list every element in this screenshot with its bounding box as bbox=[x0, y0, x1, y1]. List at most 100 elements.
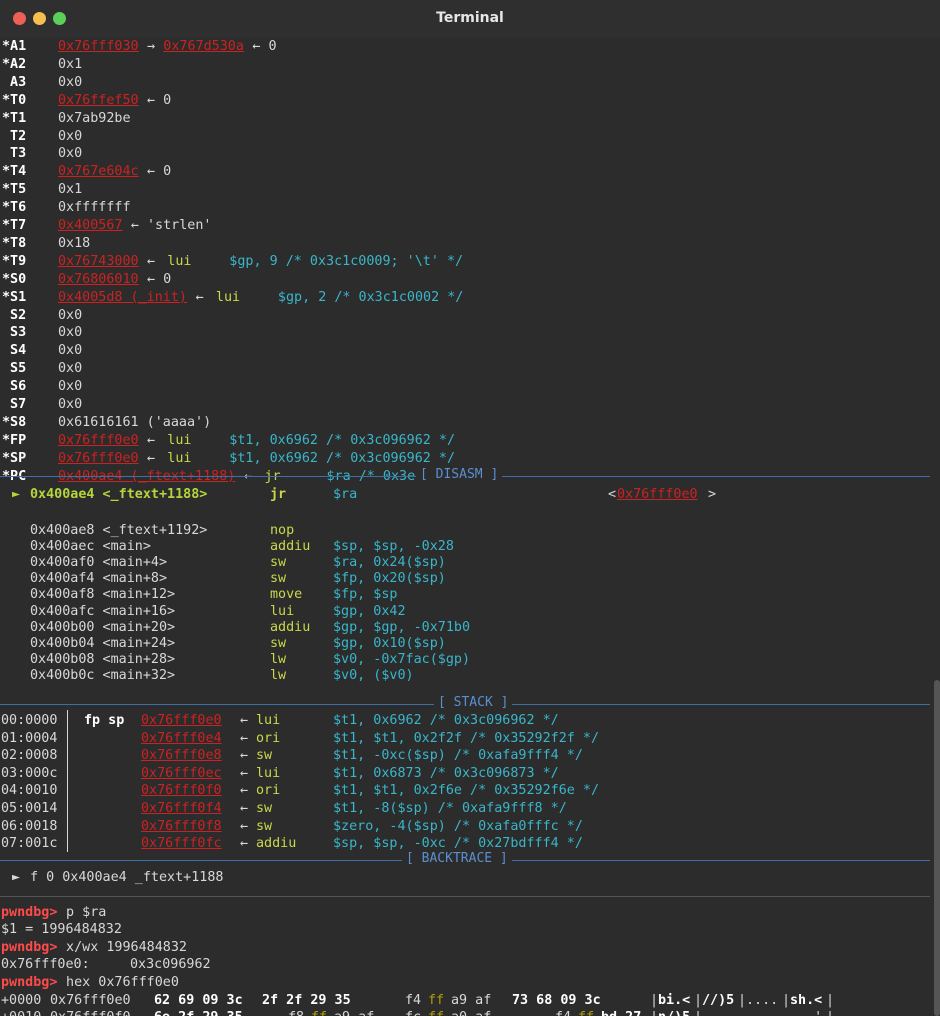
hex-address: 0x76fff0e0 bbox=[50, 993, 131, 1008]
register-deref: ← 0 bbox=[139, 92, 172, 108]
register-deref: ← bbox=[139, 432, 164, 448]
stack-offset: 01:0004 bbox=[1, 730, 58, 746]
instruction-mnemonic: lui bbox=[167, 253, 192, 269]
terminal-window: Terminal *A1 0x76fff030 → 0x767d530a ← 0 *… bbox=[0, 0, 940, 1016]
register-name: S4 bbox=[2, 343, 27, 359]
register-name: *S1 bbox=[2, 289, 27, 305]
register-value: 0x76fff0e0 bbox=[58, 450, 139, 466]
instruction-address: 0x400b0c <main+32> bbox=[30, 667, 176, 683]
register-value: 0x61616161 ('aaaa') bbox=[58, 414, 212, 430]
register-name: *S0 bbox=[2, 271, 27, 287]
instruction-mnemonic: ori bbox=[256, 730, 281, 746]
instruction-mnemonic: lui bbox=[256, 713, 281, 728]
instruction-mnemonic: ori bbox=[256, 783, 281, 799]
register-value: 0x400567 bbox=[58, 218, 123, 233]
register-deref: ← 'strlen' bbox=[122, 218, 212, 233]
console-divider bbox=[0, 896, 930, 897]
hex-offset: +0010 bbox=[1, 1009, 41, 1016]
register-name: *T9 bbox=[2, 253, 27, 269]
hex-bytes: ff bbox=[428, 1009, 444, 1016]
text: | bbox=[826, 993, 835, 1008]
register-name: *S8 bbox=[2, 414, 27, 430]
hex-ascii: sh.< bbox=[790, 993, 823, 1008]
stack-offset: 03:000c bbox=[1, 765, 58, 781]
register-name: *T1 bbox=[2, 110, 27, 126]
register-deref: ← 0 bbox=[139, 271, 172, 287]
scrollbar[interactable] bbox=[934, 680, 940, 1016]
register-name: S5 bbox=[2, 361, 27, 377]
register-value: 0x76ffef50 bbox=[58, 92, 139, 108]
hex-ascii: //)5 bbox=[702, 993, 735, 1008]
window-title: Terminal bbox=[436, 10, 504, 26]
text: | bbox=[694, 1009, 702, 1016]
instruction-operands: $t1, 0x6873 /* 0x3c096873 */ bbox=[333, 765, 559, 781]
register-deref: ← bbox=[187, 289, 212, 305]
stack-pointer-tag: fp sp bbox=[84, 713, 125, 728]
pointer-arrow: ← bbox=[240, 783, 249, 799]
text: | bbox=[826, 1009, 834, 1016]
register-name: *A1 bbox=[2, 39, 27, 54]
stack-offset: 04:0010 bbox=[1, 783, 58, 799]
stack-section-label: [ STACK ] bbox=[434, 695, 513, 710]
instruction-mnemonic: addiu bbox=[256, 836, 297, 852]
hex-bytes: f4 bbox=[555, 1009, 571, 1016]
register-value: 0x0 bbox=[58, 128, 83, 144]
register-value: 0x767e604c bbox=[58, 164, 139, 180]
instruction-operands: $zero, -4($sp) /* 0xafa0fffc */ bbox=[333, 818, 583, 834]
register-name: *SP bbox=[2, 450, 27, 466]
register-name: *FP bbox=[2, 432, 27, 448]
pointer-arrow: ← bbox=[240, 748, 249, 764]
prompt: pwndbg> bbox=[1, 905, 58, 920]
pointer-arrow: ← bbox=[240, 818, 249, 834]
hex-ascii: n/)5 bbox=[658, 1009, 690, 1016]
register-name: *T0 bbox=[2, 92, 27, 108]
hex-bytes: 2f 2f 29 35 bbox=[262, 993, 351, 1008]
text: | bbox=[694, 993, 703, 1008]
stack-address: 0x76fff0f4 bbox=[141, 801, 222, 816]
instruction-operands: $t1, 0x6962 /* 0x3c096962 */ bbox=[229, 450, 456, 466]
prompt: pwndbg> bbox=[1, 974, 58, 990]
register-value: 0x0 bbox=[58, 146, 83, 162]
hex-bytes: f8 bbox=[288, 1009, 304, 1016]
register-value: 0x1 bbox=[58, 56, 83, 72]
pointer-arrow: ← bbox=[240, 730, 249, 746]
stack-offset-divider bbox=[67, 710, 68, 852]
register-deref: ← 0 bbox=[244, 39, 277, 54]
register-value: 0x767d530a bbox=[163, 39, 244, 54]
hex-bytes: ff bbox=[428, 993, 445, 1008]
command: x/wx 1996484832 bbox=[58, 939, 187, 955]
text: | bbox=[650, 993, 659, 1008]
text: | bbox=[782, 993, 791, 1008]
text: | bbox=[738, 993, 747, 1008]
register-name: *T5 bbox=[2, 182, 27, 198]
register-value: 0x0 bbox=[58, 361, 83, 377]
hex-offset: +0000 bbox=[1, 993, 42, 1008]
instruction-operands: $t1, -8($sp) /* 0xafa9fff8 */ bbox=[333, 801, 567, 816]
register-deref: ← bbox=[139, 450, 164, 466]
instruction-mnemonic: lui bbox=[167, 432, 192, 448]
register-name: T3 bbox=[2, 146, 27, 162]
instruction-mnemonic: lui bbox=[256, 765, 281, 781]
pointer-arrow: ← bbox=[240, 765, 249, 781]
pointer-arrow: ← bbox=[240, 713, 249, 728]
register-value: 0x0 bbox=[58, 74, 83, 90]
register-name: T2 bbox=[2, 128, 27, 144]
hex-ascii: ...' bbox=[790, 1009, 822, 1016]
stack-address: 0x76fff0ec bbox=[141, 765, 222, 781]
instruction-mnemonic: lui bbox=[167, 450, 192, 466]
hex-bytes: a9 af bbox=[334, 1009, 374, 1016]
pointer-arrow: ← bbox=[240, 801, 249, 816]
hex-bytes: ff bbox=[578, 1009, 594, 1016]
register-value: 0x0 bbox=[58, 379, 83, 395]
register-value: 0x1 bbox=[58, 182, 83, 198]
instruction-operands: $t1, $t1, 0x2f2f /* 0x35292f2f */ bbox=[333, 730, 600, 746]
stack-offset: 06:0018 bbox=[1, 818, 58, 834]
prompt: pwndbg> bbox=[1, 939, 58, 955]
stack-address: 0x76fff0fc bbox=[141, 836, 222, 852]
instruction-operands: $t1, -0xc($sp) /* 0xafa9fff4 */ bbox=[333, 748, 583, 764]
hex-bytes: 73 68 09 3c bbox=[512, 993, 601, 1008]
hex-bytes: a0 af bbox=[451, 1009, 491, 1016]
frame-arrow: ► bbox=[12, 870, 21, 885]
register-value: 0x0 bbox=[58, 307, 83, 323]
register-value: 0x18 bbox=[58, 235, 91, 251]
